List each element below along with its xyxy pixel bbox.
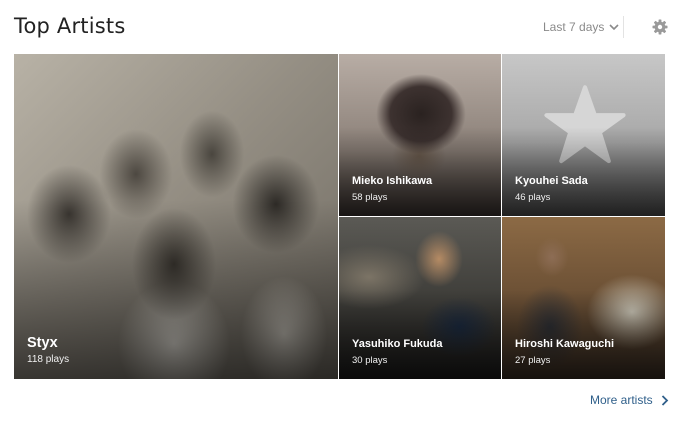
artist-name: Yasuhiko Fukuda	[352, 338, 443, 350]
artist-play-count: 58 plays	[352, 192, 388, 203]
time-range-dropdown[interactable]: Last 7 days	[543, 20, 619, 34]
more-artists-label: More artists	[590, 393, 653, 407]
page-title: Top Artists	[14, 14, 126, 38]
artist-tile-hiroshi-kawaguchi[interactable]: Hiroshi Kawaguchi 27 plays	[502, 217, 665, 379]
photo-gradient	[14, 200, 338, 379]
header-divider	[623, 16, 624, 38]
more-artists-link[interactable]: More artists	[590, 393, 669, 407]
artist-play-count: 27 plays	[515, 355, 551, 366]
artist-tile-styx[interactable]: Styx 118 plays	[14, 54, 338, 379]
artist-play-count: 46 plays	[515, 192, 551, 203]
artists-grid: Styx 118 plays Mieko Ishikawa 58 plays K…	[14, 54, 665, 379]
artist-name: Styx	[27, 335, 58, 351]
gear-icon[interactable]	[652, 19, 668, 35]
time-range-label: Last 7 days	[543, 20, 605, 34]
artist-tile-kyouhei-sada[interactable]: Kyouhei Sada 46 plays	[502, 54, 665, 216]
chevron-right-icon	[661, 394, 668, 406]
artist-play-count: 118 plays	[27, 354, 70, 365]
header: Top Artists Last 7 days	[0, 0, 680, 54]
artist-play-count: 30 plays	[352, 355, 388, 366]
artist-tile-yasuhiko-fukuda[interactable]: Yasuhiko Fukuda 30 plays	[339, 217, 501, 379]
artist-name: Kyouhei Sada	[515, 175, 588, 187]
artist-tile-mieko-ishikawa[interactable]: Mieko Ishikawa 58 plays	[339, 54, 501, 216]
artist-name: Hiroshi Kawaguchi	[515, 338, 615, 350]
artist-name: Mieko Ishikawa	[352, 175, 433, 187]
chevron-down-icon	[609, 24, 619, 31]
